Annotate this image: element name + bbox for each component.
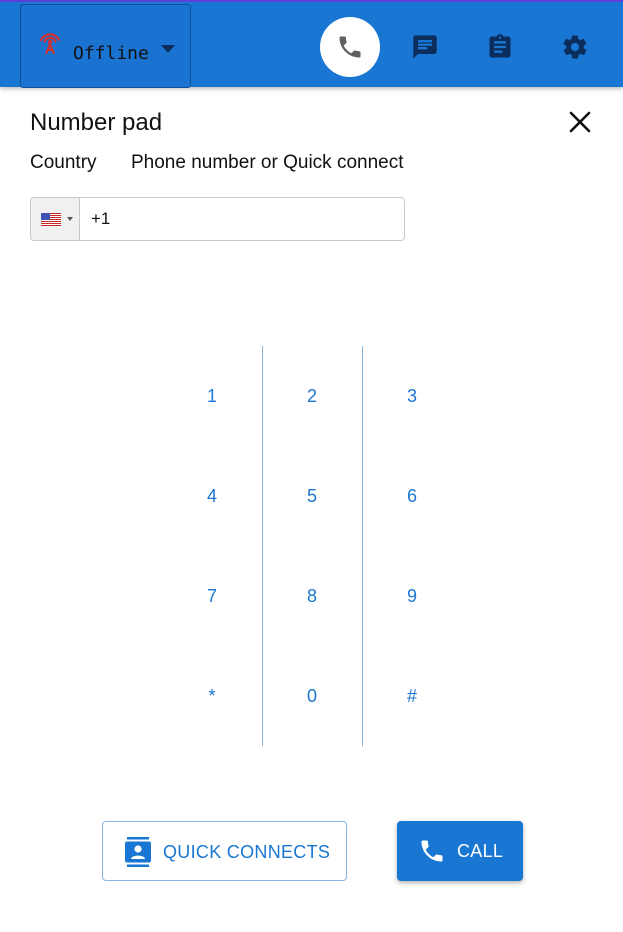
keypad-key[interactable]: 4	[162, 446, 262, 546]
phone-input-group	[30, 197, 405, 241]
clipboard-icon	[489, 34, 511, 58]
phone-icon	[421, 840, 443, 862]
contacts-icon	[125, 837, 151, 867]
keypad-key[interactable]: 5	[262, 446, 362, 546]
top-bar: Offline	[0, 0, 623, 88]
country-label: Country	[30, 152, 97, 173]
keypad-key[interactable]: 6	[362, 446, 462, 546]
country-selector[interactable]	[31, 198, 80, 240]
nav-settings-button[interactable]	[545, 17, 605, 77]
phone-number-input[interactable]	[81, 198, 403, 240]
keypad-key[interactable]: #	[362, 646, 462, 746]
keypad-key[interactable]: 7	[162, 546, 262, 646]
nav-tasks-button[interactable]	[470, 17, 530, 77]
panel-title: Number pad	[30, 109, 163, 136]
caret-down-icon	[161, 45, 175, 53]
us-flag-icon	[41, 213, 61, 226]
phone-icon	[339, 36, 361, 58]
chat-icon	[413, 35, 437, 59]
phone-number-label: Phone number or Quick connect	[131, 152, 404, 173]
agent-status-dropdown[interactable]: Offline	[20, 4, 191, 88]
keypad-key[interactable]: *	[162, 646, 262, 746]
call-button[interactable]: CALL	[397, 821, 523, 881]
nav-phone-button[interactable]	[320, 17, 380, 77]
quick-connects-button[interactable]: QUICK CONNECTS	[102, 821, 347, 881]
caret-down-icon	[67, 217, 73, 221]
call-label: CALL	[457, 841, 504, 861]
keypad-key[interactable]: 9	[362, 546, 462, 646]
keypad-key[interactable]: 3	[362, 346, 462, 446]
close-icon[interactable]	[567, 109, 593, 135]
nav-chat-button[interactable]	[395, 17, 455, 77]
keypad-key[interactable]: 2	[262, 346, 362, 446]
gear-icon	[563, 35, 587, 59]
quick-connects-label: QUICK CONNECTS	[163, 842, 331, 862]
keypad-key[interactable]: 1	[162, 346, 262, 446]
number-keypad: 1 2 3 4 5 6 7 8 9 * 0 #	[162, 346, 462, 746]
keypad-key[interactable]: 8	[262, 546, 362, 646]
agent-status-label: Offline	[73, 43, 149, 64]
antenna-icon	[39, 33, 61, 55]
keypad-key[interactable]: 0	[262, 646, 362, 746]
